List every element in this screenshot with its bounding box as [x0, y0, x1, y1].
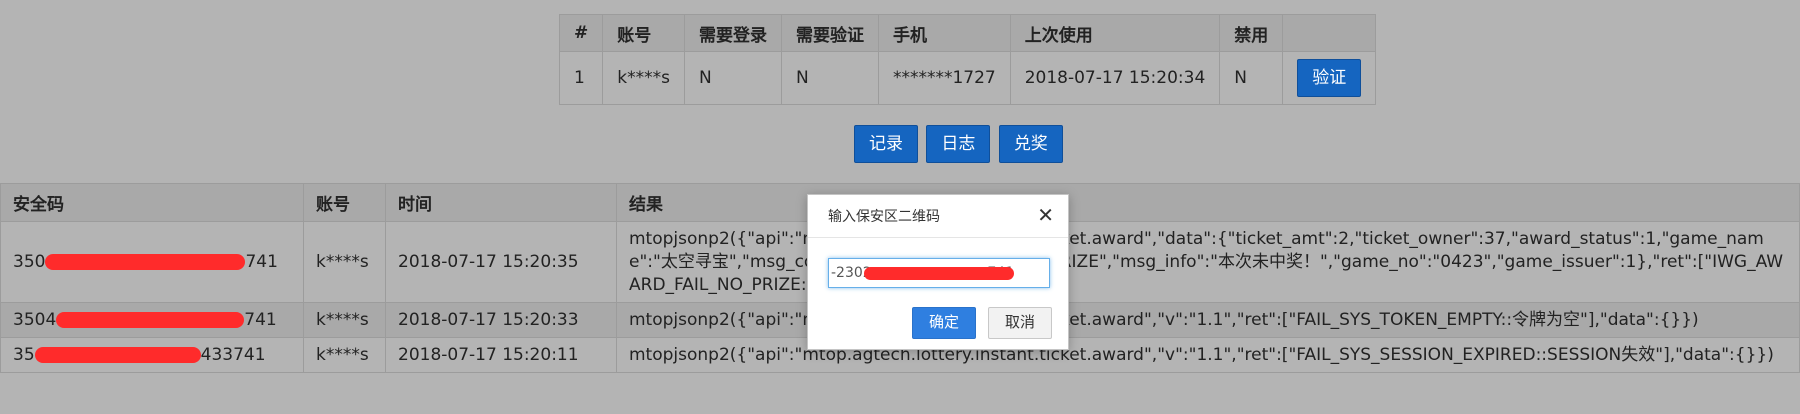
cancel-button[interactable]: 取消	[988, 307, 1052, 339]
account-row: 1 k****s N N *******1727 2018-07-17 15:2…	[558, 51, 1377, 105]
dialog-title: 输入保安区二维码	[828, 209, 940, 225]
account-name: k****s	[602, 51, 685, 105]
history-time: 2018-07-17 15:20:35	[385, 221, 617, 303]
account-index: 1	[558, 51, 604, 105]
col-action	[1282, 14, 1377, 52]
col-phone: 手机	[877, 14, 1011, 52]
account-phone: *******1727	[877, 51, 1011, 105]
history-account: k****s	[303, 302, 386, 338]
redaction-mark	[34, 347, 201, 363]
account-header-row: # 账号 需要登录 需要验证 手机 上次使用 禁用	[558, 14, 1377, 52]
record-button[interactable]: 记录	[854, 125, 918, 163]
account-disabled: N	[1219, 51, 1284, 105]
account-need-verify: N	[780, 51, 879, 105]
security-code: 3504 741	[0, 302, 304, 338]
history-account: k****s	[303, 337, 386, 373]
col-security-code: 安全码	[0, 183, 304, 222]
log-button[interactable]: 日志	[926, 125, 991, 163]
security-code: 350 741	[0, 221, 304, 303]
redaction-mark	[45, 254, 246, 270]
dialog-header: 输入保安区二维码 ✕	[808, 195, 1068, 238]
col-index: #	[558, 14, 604, 52]
col-time: 时间	[385, 183, 617, 222]
history-time: 2018-07-17 15:20:33	[385, 302, 617, 338]
security-code: 35 433741	[0, 337, 304, 373]
account-action-cell: 验证	[1282, 51, 1377, 105]
account-last-used: 2018-07-17 15:20:34	[1009, 51, 1221, 105]
history-result: mtopjsonp2({"api":"mtop.agtech.lottery.i…	[616, 221, 1800, 303]
account-table: # 账号 需要登录 需要验证 手机 上次使用 禁用 1 k****s N N *…	[558, 14, 1377, 105]
redeem-button[interactable]: 兑奖	[998, 125, 1063, 163]
col-need-verify: 需要验证	[780, 14, 879, 52]
col-history-account: 账号	[303, 183, 386, 222]
col-need-login: 需要登录	[683, 14, 782, 52]
history-result: mtopjsonp2({"api":"mtop.agtech.lottery.i…	[616, 302, 1800, 338]
confirm-button[interactable]: 确定	[912, 307, 976, 339]
redaction-mark	[864, 267, 1014, 280]
account-need-login: N	[683, 51, 782, 105]
redaction-mark	[56, 312, 245, 328]
action-buttons: 记录 日志 兑奖	[854, 125, 1066, 163]
col-account: 账号	[602, 14, 685, 52]
col-last-used: 上次使用	[1009, 14, 1221, 52]
history-account: k****s	[303, 221, 386, 303]
col-result: 结果	[616, 183, 1800, 222]
verify-button[interactable]: 验证	[1297, 59, 1362, 97]
history-time: 2018-07-17 15:20:11	[385, 337, 617, 373]
col-disabled: 禁用	[1219, 14, 1284, 52]
close-icon[interactable]: ✕	[1037, 203, 1054, 227]
history-result: mtopjsonp2({"api":"mtop.agtech.lottery.i…	[616, 337, 1800, 373]
qr-input-dialog: 输入保安区二维码 ✕ 确定 取消	[807, 194, 1069, 350]
